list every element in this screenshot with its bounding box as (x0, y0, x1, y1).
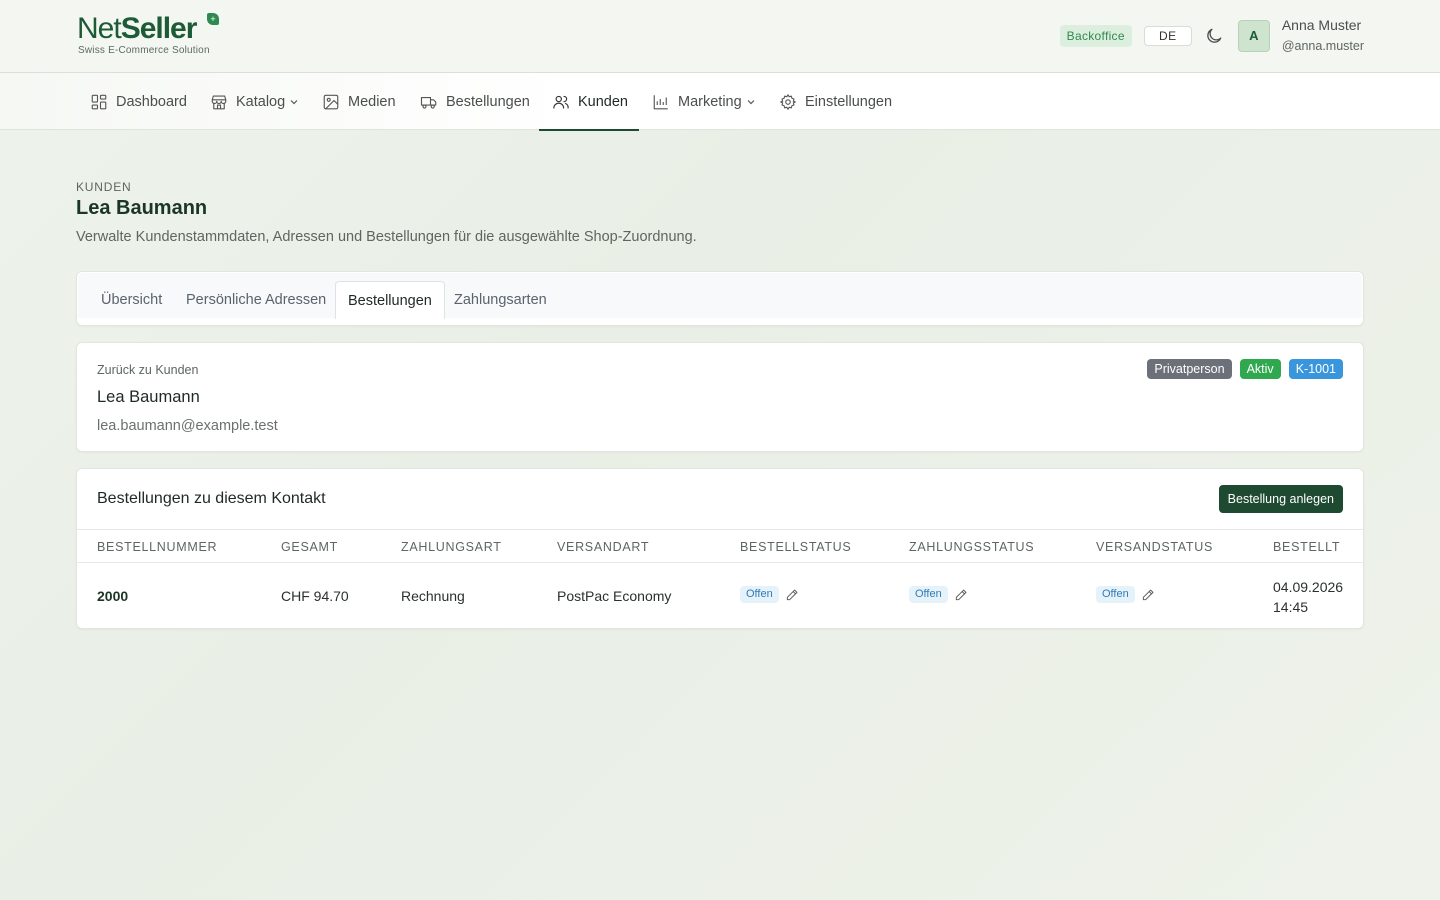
nav-label: Bestellungen (446, 93, 530, 110)
main-navigation: Dashboard Katalog Medien Bestellungen Ku… (0, 73, 1440, 131)
nav-label: Einstellungen (805, 93, 893, 110)
customer-badges: Privatperson Aktiv K-1001 (1147, 359, 1343, 379)
nav-label: Kunden (578, 93, 628, 110)
order-date: 04.09.2026 (1273, 579, 1344, 595)
nav-label: Medien (348, 93, 396, 110)
page-title: Lea Baumann (76, 197, 208, 219)
column-header-ordered-at[interactable]: BESTELLT (1273, 540, 1340, 554)
chart-icon (653, 94, 668, 109)
nav-label: Dashboard (116, 93, 187, 110)
top-header: NetSeller + Swiss E-Commerce Solution Ba… (0, 0, 1440, 73)
table-row[interactable]: 2000 CHF 94.70 Rechnung PostPac Economy … (77, 563, 1363, 628)
customer-type-badge: Privatperson (1147, 359, 1232, 379)
store-icon (211, 94, 227, 109)
environment-badge: Backoffice (1059, 25, 1132, 47)
nav-item-dashboard[interactable]: Dashboard (90, 73, 187, 130)
shipping-status-pill: Offen (1096, 586, 1135, 603)
brand-name-part1: Net (77, 12, 122, 45)
order-status-cell: Offen (740, 586, 799, 603)
brand-name-part2: Seller (120, 12, 198, 45)
nav-item-marketing[interactable]: Marketing (652, 73, 756, 130)
avatar[interactable]: A (1237, 20, 1270, 52)
nav-item-bestellungen[interactable]: Bestellungen (420, 73, 530, 130)
order-payment-method: Rechnung (401, 588, 465, 604)
order-status-pill: Offen (740, 586, 779, 603)
shipping-status-cell: Offen (1096, 586, 1155, 603)
create-order-button[interactable]: Bestellung anlegen (1218, 485, 1343, 513)
order-shipping-method: PostPac Economy (557, 588, 672, 604)
tab-uebersicht[interactable]: Übersicht (89, 281, 174, 319)
orders-card: Bestellungen zu diesem Kontakt Bestellun… (76, 468, 1364, 629)
moon-icon[interactable] (1204, 26, 1224, 46)
pencil-icon[interactable] (1141, 588, 1155, 602)
user-handle: @anna.muster (1281, 39, 1364, 53)
column-header-order-number[interactable]: BESTELLNUMMER (97, 540, 217, 554)
nav-label: Katalog (236, 93, 286, 110)
customer-tabs: Übersicht Persönliche Adressen Bestellun… (76, 271, 1364, 326)
pencil-icon[interactable] (954, 588, 968, 602)
chevron-down-icon (747, 99, 755, 104)
column-header-payment-status[interactable]: ZAHLUNGSSTATUS (909, 540, 1034, 554)
column-header-shipping-status[interactable]: VERSANDSTATUS (1096, 540, 1213, 554)
nav-item-medien[interactable]: Medien (322, 73, 396, 130)
pencil-icon[interactable] (785, 588, 799, 602)
order-time: 14:45 (1273, 599, 1309, 615)
image-icon (323, 94, 339, 109)
tab-bestellungen[interactable]: Bestellungen (335, 281, 445, 319)
header-actions: Backoffice DE A Anna Muster @anna.muster (1059, 15, 1364, 57)
page-eyebrow: KUNDEN (76, 180, 132, 194)
status-badge: Aktiv (1239, 359, 1281, 379)
nav-item-einstellungen[interactable]: Einstellungen (779, 73, 892, 130)
column-header-order-status[interactable]: BESTELLSTATUS (740, 540, 851, 554)
orders-title: Bestellungen zu diesem Kontakt (97, 490, 326, 507)
language-switcher[interactable]: DE (1143, 26, 1192, 46)
tab-persoenliche-adressen[interactable]: Persönliche Adressen (174, 281, 338, 319)
column-header-shipping-method[interactable]: VERSANDART (557, 540, 649, 554)
user-info[interactable]: Anna Muster @anna.muster (1282, 15, 1364, 57)
tab-zahlungsarten[interactable]: Zahlungsarten (442, 281, 559, 319)
order-number-link[interactable]: 2000 (97, 588, 128, 604)
nav-label: Marketing (678, 93, 742, 110)
customer-number-badge: K-1001 (1288, 359, 1343, 379)
brand-logo[interactable]: NetSeller + Swiss E-Commerce Solution (77, 13, 227, 59)
dashboard-icon (91, 94, 107, 109)
chevron-down-icon (290, 99, 298, 104)
customer-name: Lea Baumann (97, 388, 200, 406)
payment-status-cell: Offen (909, 586, 968, 603)
truck-icon (420, 96, 437, 109)
order-total: CHF 94.70 (281, 588, 349, 604)
nav-item-kunden[interactable]: Kunden (539, 73, 639, 131)
back-to-customers-link[interactable]: Zurück zu Kunden (97, 363, 198, 377)
page-description: Verwalte Kundenstammdaten, Adressen und … (76, 229, 697, 245)
payment-status-pill: Offen (909, 586, 948, 603)
brand-tagline: Swiss E-Commerce Solution (78, 45, 210, 56)
gear-icon (779, 93, 797, 110)
customer-email: lea.baumann@example.test (97, 418, 278, 434)
order-date-cell: 04.09.2026 14:45 (1273, 577, 1343, 617)
nav-item-katalog[interactable]: Katalog (210, 73, 299, 130)
users-icon (553, 95, 569, 109)
logo-leaf-icon: + (207, 13, 219, 25)
customer-summary-card: Zurück zu Kunden Lea Baumann lea.baumann… (76, 342, 1364, 452)
orders-table-header: BESTELLNUMMER GESAMT ZAHLUNGSART VERSAND… (77, 529, 1363, 563)
column-header-total[interactable]: GESAMT (281, 540, 338, 554)
user-name: Anna Muster (1281, 17, 1362, 33)
column-header-payment-method[interactable]: ZAHLUNGSART (401, 540, 502, 554)
